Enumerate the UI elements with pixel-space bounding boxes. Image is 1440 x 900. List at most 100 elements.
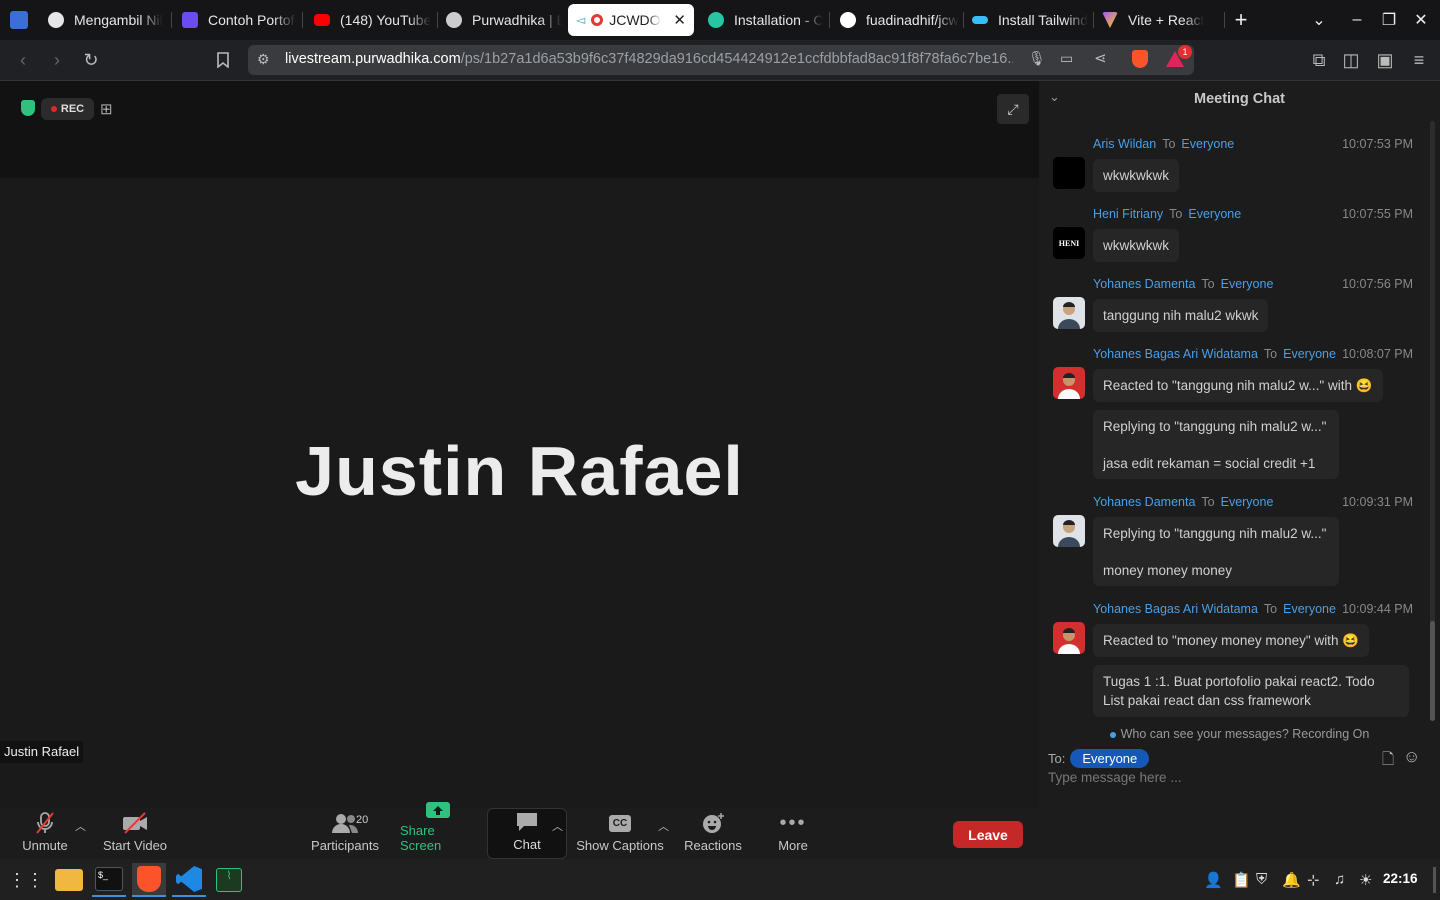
clipboard-icon[interactable]: 📋 <box>1232 871 1251 889</box>
sender-name[interactable]: Aris Wildan <box>1093 137 1156 151</box>
close-window-icon[interactable]: ✕ <box>1406 0 1436 40</box>
tab-title: Contoh Portofo <box>208 12 296 28</box>
reaction-bubble[interactable]: Reacted to "money money money" with 😆 <box>1093 624 1370 657</box>
recipient-name: Everyone <box>1220 495 1274 509</box>
share-screen-icon <box>425 800 451 820</box>
emoji-icon[interactable]: ☺ <box>1403 747 1420 767</box>
recording-indicator[interactable]: REC <box>41 98 94 120</box>
message-bubble[interactable]: Tugas 1 :1. Buat portofolio pakai react2… <box>1093 665 1409 717</box>
browser-tab-3[interactable]: (148) YouTube <box>306 4 436 36</box>
terminal-icon[interactable]: $_ <box>92 863 126 897</box>
browser-tab-6[interactable]: Installation - C <box>700 4 828 36</box>
clock[interactable]: 22:16 <box>1383 871 1418 886</box>
bookmark-icon[interactable] <box>208 40 238 80</box>
message-bubble[interactable]: wkwkwkwk <box>1093 159 1179 192</box>
message-line: List pakai react dan css framework <box>1103 693 1311 708</box>
system-monitor-icon[interactable]: ⌇ <box>212 863 246 897</box>
unmute-button[interactable]: Unmute <box>20 808 70 859</box>
media-icon[interactable]: ♫ <box>1334 871 1345 888</box>
more-button[interactable]: ••• More <box>772 808 814 859</box>
minimize-icon[interactable]: – <box>1342 0 1372 40</box>
menu-icon[interactable]: ≡ <box>1404 40 1434 80</box>
browser-tab-2[interactable]: Contoh Portofo <box>174 4 296 36</box>
browser-tab-5-active[interactable]: ◅ JCWDO ✕ <box>568 4 694 36</box>
message-bubble[interactable]: tanggung nih malu2 wkwk <box>1093 299 1269 332</box>
close-tab-icon[interactable]: ✕ <box>673 11 686 29</box>
brave-shields-icon[interactable] <box>1132 50 1148 68</box>
brightness-icon[interactable]: ☀ <box>1359 871 1372 889</box>
participants-button[interactable]: Participants <box>310 808 380 859</box>
browser-tab-bar: Mengambil Nil Contoh Portofo (148) YouTu… <box>0 0 1440 40</box>
tab-title: JCWDO <box>609 12 661 28</box>
recipient-selector[interactable]: Everyone <box>1070 749 1150 768</box>
tab-search-chevron-icon[interactable]: ⌄ <box>1304 0 1334 40</box>
site-settings-icon[interactable]: ⚙ <box>257 51 270 68</box>
share-icon[interactable]: ⋖ <box>1094 49 1107 67</box>
audio-options-chevron-icon[interactable]: ︿ <box>75 818 86 834</box>
captions-options-chevron-icon[interactable]: ︿ <box>658 818 669 834</box>
recipient-name: Everyone <box>1181 137 1235 151</box>
sender-name[interactable]: Heni Fitriany <box>1093 207 1163 221</box>
microphone-icon[interactable]: 🎙 <box>1028 50 1046 67</box>
reaction-bubble[interactable]: Reacted to "tanggung nih malu2 w..." wit… <box>1093 369 1383 402</box>
view-grid-icon[interactable]: ⊞ <box>100 100 113 118</box>
start-video-button[interactable]: Start Video <box>102 808 168 859</box>
shield-tray-icon[interactable]: ⛨ <box>1256 871 1267 888</box>
sender-name[interactable]: Yohanes Bagas Ari Widatama <box>1093 602 1258 616</box>
tab-title: Vite + React <box>1128 12 1205 28</box>
chat-visibility-info[interactable]: Who can see your messages? Recording On <box>1039 727 1440 741</box>
user-icon[interactable]: 👤 <box>1204 871 1223 889</box>
browser-tab-4[interactable]: Purwadhika | E <box>438 4 562 36</box>
browser-menu-icon[interactable] <box>10 11 28 29</box>
fullscreen-button[interactable]: ⤢ <box>997 94 1029 124</box>
back-icon[interactable]: ‹ <box>8 40 38 80</box>
browser-tab-8[interactable]: Install Tailwind <box>964 4 1092 36</box>
extensions-icon[interactable]: ⧉ <box>1304 40 1334 80</box>
rewards-badge: 1 <box>1178 45 1192 59</box>
chat-options-chevron-icon[interactable]: ︿ <box>552 818 563 834</box>
notifications-icon[interactable]: 🔔 <box>1282 871 1301 889</box>
sender-name[interactable]: Yohanes Bagas Ari Widatama <box>1093 347 1258 361</box>
message-time: 10:07:53 PM <box>1342 137 1413 151</box>
vite-icon <box>1102 12 1118 28</box>
show-desktop-strip[interactable] <box>1433 867 1436 893</box>
app-grid-icon[interactable]: ⋮⋮⋮ <box>0 863 44 897</box>
maximize-icon[interactable]: ❐ <box>1374 0 1404 40</box>
files-icon[interactable] <box>52 863 86 897</box>
browser-tab-1[interactable]: Mengambil Nil <box>40 4 168 36</box>
to-word: To <box>1263 347 1278 361</box>
message-bubble[interactable]: wkwkwkwk <box>1093 229 1179 262</box>
url-text[interactable]: livestream.purwadhika.com/ps/1b27a1d6a53… <box>285 51 1013 67</box>
browser-tab-7[interactable]: fuadinadhif/jcw <box>832 4 962 36</box>
reactions-icon <box>701 811 725 835</box>
new-tab-icon[interactable]: + <box>1226 0 1256 40</box>
scrollbar-thumb[interactable] <box>1430 621 1435 721</box>
network-icon[interactable]: ⊹ <box>1307 871 1320 889</box>
tailwind-icon <box>972 16 988 24</box>
message-time: 10:09:31 PM <box>1342 495 1413 509</box>
reload-icon[interactable]: ↻ <box>76 40 106 80</box>
sender-name[interactable]: Yohanes Damenta <box>1093 277 1195 291</box>
message-time: 10:09:44 PM <box>1342 602 1413 616</box>
chat-scrollbar[interactable] <box>1430 121 1435 721</box>
message-time: 10:07:55 PM <box>1342 207 1413 221</box>
sender-name[interactable]: Yohanes Damenta <box>1093 495 1195 509</box>
brave-browser-icon[interactable] <box>132 863 166 897</box>
reply-bubble[interactable]: Replying to "tanggung nih malu2 w..." mo… <box>1093 517 1339 586</box>
share-screen-button[interactable]: Share Screen <box>400 802 476 859</box>
cast-icon[interactable]: ▭ <box>1060 50 1073 67</box>
file-attach-icon[interactable]: 🗋 <box>1382 749 1394 774</box>
forward-icon[interactable]: › <box>42 40 72 80</box>
tab-favicon-icon <box>48 12 64 28</box>
leave-button[interactable]: Leave <box>953 821 1023 848</box>
address-bar[interactable]: ⚙ livestream.purwadhika.com/ps/1b27a1d6a… <box>248 45 1194 75</box>
avatar <box>1053 297 1085 329</box>
show-captions-button[interactable]: CC Show Captions <box>576 808 664 859</box>
vscode-icon[interactable] <box>172 863 206 897</box>
browser-tab-9[interactable]: Vite + React <box>1094 4 1224 36</box>
chat-message-input[interactable]: Type message here ... <box>1048 770 1182 785</box>
reactions-button[interactable]: Reactions <box>684 808 742 859</box>
reply-bubble[interactable]: Replying to "tanggung nih malu2 w..." ja… <box>1093 410 1339 479</box>
sidebar-icon[interactable]: ◫ <box>1336 40 1366 80</box>
wallet-icon[interactable]: ▣ <box>1370 40 1400 80</box>
